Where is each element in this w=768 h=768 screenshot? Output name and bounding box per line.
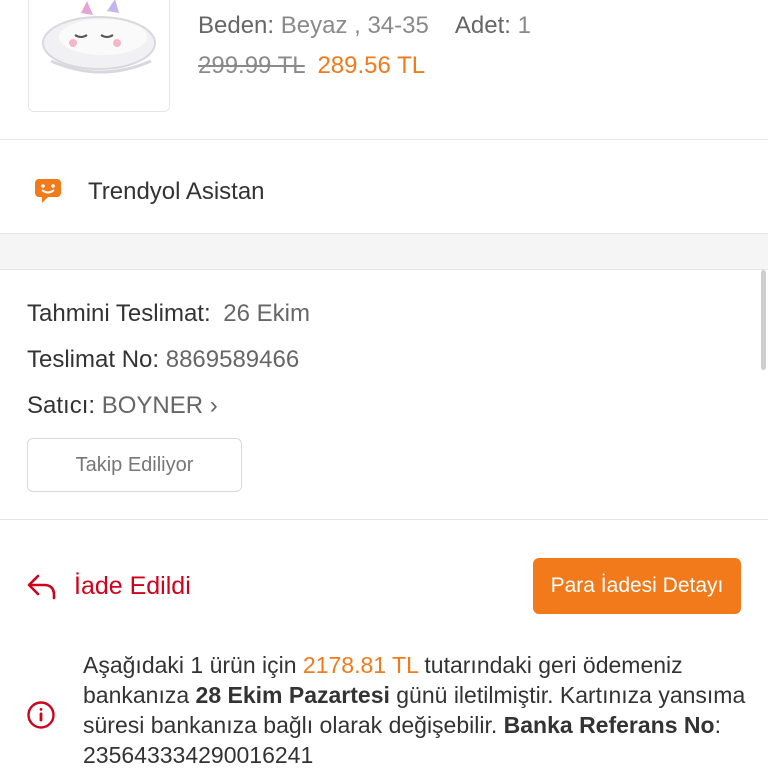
section-divider bbox=[0, 234, 768, 270]
follow-status-button[interactable]: Takip Ediliyor bbox=[27, 438, 242, 492]
chat-bubble-icon bbox=[34, 178, 62, 204]
product-variant: Beden: Beyaz , 34-35 Adet: 1 bbox=[198, 12, 531, 40]
product-summary: Beden: Beyaz , 34-35 Adet: 1 299.99 TL 2… bbox=[0, 0, 768, 140]
seller-link[interactable]: BOYNER › bbox=[102, 392, 218, 419]
refund-section: İade Edildi Para İadesi Detayı Aşağıdaki… bbox=[0, 520, 768, 768]
estimated-delivery-value: 26 Ekim bbox=[223, 300, 310, 327]
shipment-info: Tahmini Teslimat: 26 Ekim Teslimat No: 8… bbox=[0, 270, 768, 520]
refund-date: 28 Ekim Pazartesi bbox=[195, 682, 390, 708]
assistant-row[interactable]: Trendyol Asistan bbox=[0, 140, 768, 234]
refund-info-text: Aşağıdaki 1 ürün için 2178.81 TL tutarın… bbox=[83, 650, 753, 768]
refund-info-part: : bbox=[714, 712, 721, 738]
slipper-image-icon bbox=[42, 0, 156, 74]
refund-info-part: Aşağıdaki 1 ürün için bbox=[83, 652, 303, 678]
return-arrow-icon bbox=[26, 570, 58, 602]
product-image[interactable] bbox=[28, 0, 170, 112]
assistant-label: Trendyol Asistan bbox=[88, 178, 265, 205]
refund-detail-button[interactable]: Para İadesi Detayı bbox=[533, 558, 741, 614]
seller-label: Satıcı: bbox=[27, 392, 96, 419]
scrollbar[interactable] bbox=[761, 270, 766, 370]
estimated-delivery-label: Tahmini Teslimat: bbox=[27, 300, 211, 327]
info-circle-icon bbox=[26, 700, 56, 730]
discounted-price: 289.56 TL bbox=[317, 52, 426, 79]
price-block: 299.99 TL 289.56 TL bbox=[198, 52, 425, 80]
quantity-value: 1 bbox=[517, 12, 531, 39]
refund-status: İade Edildi bbox=[74, 572, 191, 600]
seller: Satıcı: BOYNER › bbox=[27, 392, 218, 420]
bank-reference-label: Banka Referans No bbox=[503, 712, 715, 738]
size-value: Beyaz , 34-35 bbox=[280, 12, 429, 39]
size-label: Beden: bbox=[198, 12, 275, 39]
bank-reference-value: 235643334290016241 bbox=[83, 742, 314, 768]
quantity-label: Adet: bbox=[454, 12, 511, 39]
tracking-number: Teslimat No: 8869589466 bbox=[27, 346, 299, 374]
tracking-number-value: 8869589466 bbox=[165, 346, 300, 373]
tracking-number-label: Teslimat No: bbox=[27, 346, 160, 373]
old-price: 299.99 TL bbox=[198, 52, 305, 79]
seller-name: BOYNER bbox=[101, 392, 204, 419]
chevron-right-icon: › bbox=[209, 392, 218, 419]
refund-amount: 2178.81 TL bbox=[302, 652, 419, 678]
estimated-delivery: Tahmini Teslimat: 26 Ekim bbox=[27, 300, 310, 328]
